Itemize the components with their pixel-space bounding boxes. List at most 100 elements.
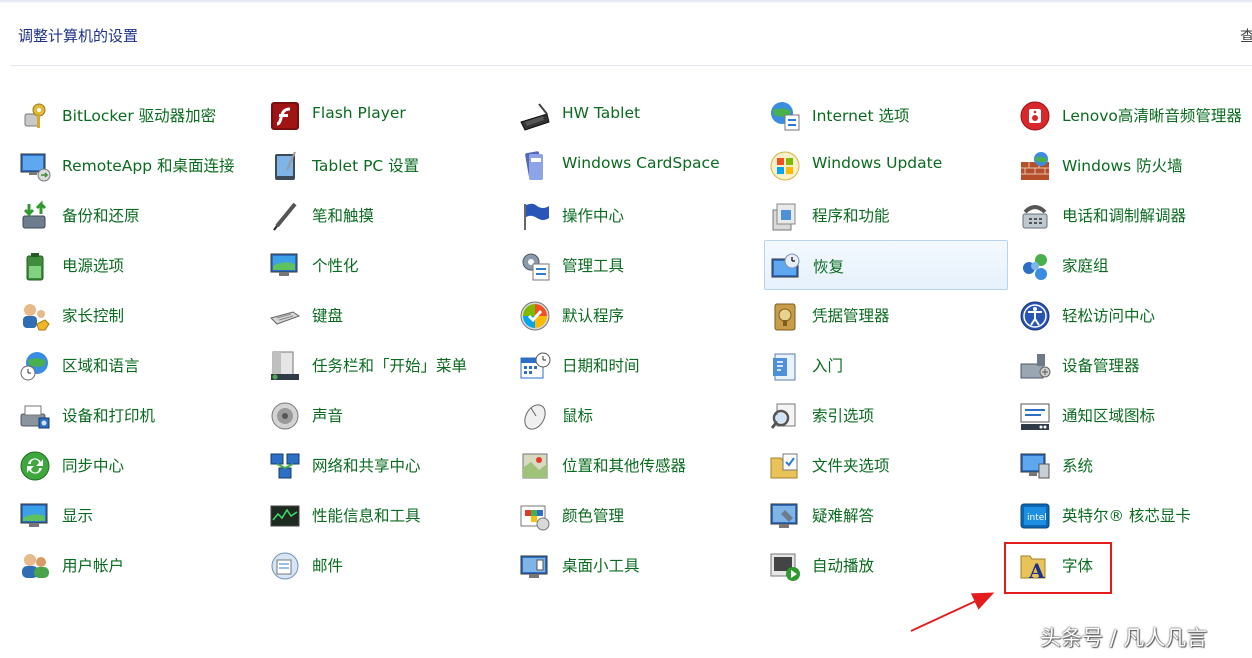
- flash-player-icon: [268, 99, 302, 133]
- control-panel-item-intel-graphics[interactable]: intel 英特尔® 核芯显卡: [1016, 491, 1252, 539]
- control-panel-item-notification-icons[interactable]: 通知区域图标: [1016, 391, 1252, 439]
- control-panel-item-homegroup[interactable]: 家庭组: [1016, 241, 1252, 289]
- item-label: 网络和共享中心: [312, 457, 421, 475]
- item-label: 家庭组: [1062, 257, 1109, 275]
- control-panel-item-ease-access[interactable]: 轻松访问中心: [1016, 291, 1252, 339]
- control-panel-item-folder-options[interactable]: 文件夹选项: [766, 441, 1010, 489]
- control-panel-item-programs[interactable]: 程序和功能: [766, 191, 1010, 239]
- control-panel-item-recovery[interactable]: 恢复: [764, 240, 1008, 290]
- windows-update-icon: [768, 149, 802, 183]
- control-panel-item-datetime[interactable]: 日期和时间: [516, 341, 760, 389]
- item-label: 邮件: [312, 557, 344, 575]
- control-panel-item-winupdate[interactable]: Windows Update: [766, 141, 1010, 189]
- control-panel-item-location[interactable]: 位置和其他传感器: [516, 441, 760, 489]
- view-by-label[interactable]: 查: [1240, 25, 1252, 46]
- control-panel-item-mail[interactable]: 邮件: [266, 541, 510, 589]
- control-panel-item-phone-modem[interactable]: 电话和调制解调器: [1016, 191, 1252, 239]
- control-panel-item-keyboard[interactable]: 键盘: [266, 291, 510, 339]
- control-panel-item-sound[interactable]: 声音: [266, 391, 510, 439]
- control-panel-item-internet[interactable]: Internet 选项: [766, 91, 1010, 139]
- control-panel-item-credential[interactable]: 凭据管理器: [766, 291, 1010, 339]
- system-icon: [1018, 449, 1052, 483]
- control-panel-item-remoteapp[interactable]: RemoteApp 和桌面连接: [16, 141, 260, 189]
- taskbar-icon: [268, 349, 302, 383]
- control-panel-item-tabletpc[interactable]: Tablet PC 设置: [266, 141, 510, 189]
- control-panel-item-getting-started[interactable]: 入门: [766, 341, 1010, 389]
- personalization-icon: [268, 249, 302, 283]
- item-label: 入门: [812, 357, 844, 375]
- mail-icon: [268, 549, 302, 583]
- desktop-gadgets-icon: [518, 549, 552, 583]
- item-label: 凭据管理器: [812, 307, 890, 325]
- item-label: 声音: [312, 407, 344, 425]
- calendar-clock-icon: [518, 349, 552, 383]
- control-panel-item-admin-tools[interactable]: 管理工具: [516, 241, 760, 289]
- control-panel-item-region[interactable]: 区域和语言: [16, 341, 260, 389]
- control-panel-item-autoplay[interactable]: 自动播放: [766, 541, 1010, 589]
- item-label: Internet 选项: [812, 107, 910, 125]
- item-label: Tablet PC 设置: [312, 157, 420, 175]
- control-panel-item-device-manager[interactable]: 设备管理器: [1016, 341, 1252, 389]
- key-lock-icon: [18, 99, 52, 133]
- getting-started-icon: [768, 349, 802, 383]
- control-panel-item-gadgets[interactable]: 桌面小工具: [516, 541, 760, 589]
- control-panel-item-performance[interactable]: 性能信息和工具: [266, 491, 510, 539]
- item-label: Lenovo高清晰音频管理器: [1062, 107, 1242, 125]
- item-label: 家长控制: [62, 307, 125, 325]
- control-panel-item-cardspace[interactable]: Windows CardSpace: [516, 141, 760, 189]
- folder-options-icon: [768, 449, 802, 483]
- item-label: 键盘: [312, 307, 344, 325]
- item-label: 文件夹选项: [812, 457, 890, 475]
- control-panel-item-devices-printers[interactable]: 设备和打印机: [16, 391, 260, 439]
- item-label: 同步中心: [62, 457, 125, 475]
- recovery-icon: [769, 250, 803, 284]
- flag-icon: [518, 199, 552, 233]
- control-panel-item-lenovo-audio[interactable]: Lenovo高清晰音频管理器: [1016, 91, 1252, 139]
- control-panel-item-user-accounts[interactable]: 用户帐户: [16, 541, 260, 589]
- control-panel-item-troubleshoot[interactable]: 疑难解答: [766, 491, 1010, 539]
- user-accounts-icon: [18, 549, 52, 583]
- control-panel-item-action-center[interactable]: 操作中心: [516, 191, 760, 239]
- item-label: 设备管理器: [1062, 357, 1140, 375]
- admin-tools-icon: [518, 249, 552, 283]
- item-label: 通知区域图标: [1062, 407, 1156, 425]
- svg-text:intel: intel: [1027, 513, 1047, 523]
- control-panel-item-parental[interactable]: 家长控制: [16, 291, 260, 339]
- internet-options-icon: [768, 99, 802, 133]
- control-panel-item-personalize[interactable]: 个性化: [266, 241, 510, 289]
- control-panel-item-hwtablet[interactable]: HW Tablet: [516, 91, 760, 139]
- control-panel-item-flash[interactable]: Flash Player: [266, 91, 510, 139]
- arrow-annotation-icon: [910, 592, 995, 632]
- control-panel-item-pen-touch[interactable]: 笔和触摸: [266, 191, 510, 239]
- control-panel-item-system[interactable]: 系统: [1016, 441, 1252, 489]
- item-label: 性能信息和工具: [312, 507, 421, 525]
- keyboard-icon: [268, 299, 302, 333]
- control-panel-item-indexing[interactable]: 索引选项: [766, 391, 1010, 439]
- item-label: 英特尔® 核芯显卡: [1062, 507, 1191, 525]
- network-icon: [268, 449, 302, 483]
- control-panel-item-firewall[interactable]: Windows 防火墙: [1016, 141, 1252, 189]
- control-panel-item-power[interactable]: 电源选项: [16, 241, 260, 289]
- region-globe-icon: [18, 349, 52, 383]
- control-panel-item-sync-center[interactable]: 同步中心: [16, 441, 260, 489]
- backup-restore-icon: [18, 199, 52, 233]
- control-panel-item-mouse[interactable]: 鼠标: [516, 391, 760, 439]
- item-label: 设备和打印机: [62, 407, 156, 425]
- location-sensor-icon: [518, 449, 552, 483]
- control-panel-item-backup[interactable]: 备份和还原: [16, 191, 260, 239]
- tablet-pc-icon: [268, 149, 302, 183]
- control-panel-item-color-mgmt[interactable]: 颜色管理: [516, 491, 760, 539]
- control-panel-window: 调整计算机的设置 查 BitLocker 驱动器加密 Flash Player HW…: [0, 0, 1252, 658]
- battery-icon: [18, 249, 52, 283]
- control-panel-item-default-programs[interactable]: 默认程序: [516, 291, 760, 339]
- control-panel-item-display[interactable]: 显示: [16, 491, 260, 539]
- homegroup-icon: [1018, 249, 1052, 283]
- control-panel-item-bitlocker[interactable]: BitLocker 驱动器加密: [16, 91, 260, 139]
- programs-features-icon: [768, 199, 802, 233]
- control-panel-item-network[interactable]: 网络和共享中心: [266, 441, 510, 489]
- speaker-red-icon: [1018, 99, 1052, 133]
- item-label: 任务栏和「开始」菜单: [312, 357, 468, 375]
- control-panel-item-taskbar[interactable]: 任务栏和「开始」菜单: [266, 341, 510, 389]
- notification-area-icon: [1018, 399, 1052, 433]
- header-divider: [10, 65, 1252, 66]
